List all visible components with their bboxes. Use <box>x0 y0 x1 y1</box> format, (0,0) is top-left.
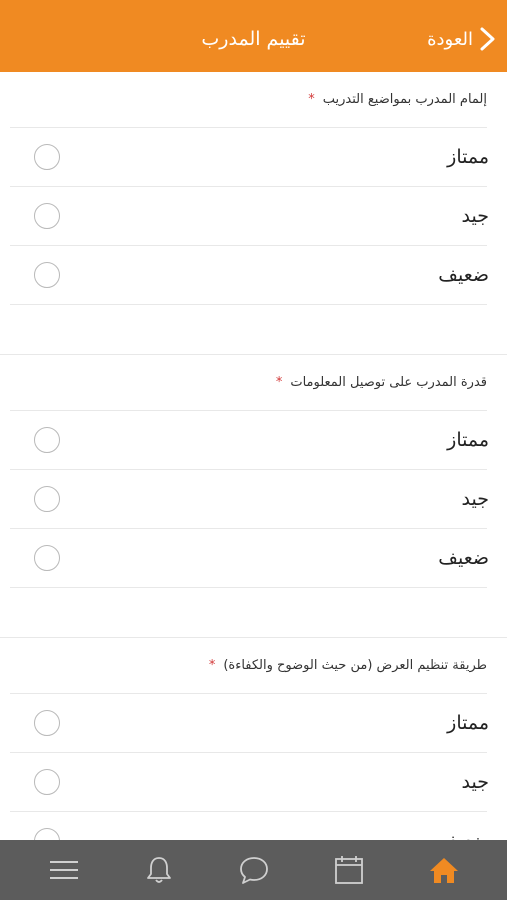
chevron-right-icon <box>480 27 495 51</box>
question-label: قدرة المدرب على توصيل المعلومات * <box>10 355 487 411</box>
tab-calendar[interactable] <box>329 850 369 890</box>
radio-option-weak[interactable]: ضعيف <box>10 812 489 840</box>
back-label: العودة <box>427 28 473 50</box>
bell-icon <box>146 857 171 883</box>
radio-option-excellent[interactable]: ممتاز <box>10 128 489 187</box>
back-button[interactable]: العودة <box>427 26 499 52</box>
radio-button[interactable] <box>34 545 60 571</box>
radio-option-excellent[interactable]: ممتاز <box>10 411 489 470</box>
required-mark: * <box>275 375 283 390</box>
chat-icon <box>239 857 268 884</box>
option-label: ممتاز <box>447 146 489 168</box>
top-header: تقييم المدرب العودة <box>0 0 507 72</box>
radio-option-good[interactable]: جيد <box>10 187 489 246</box>
question-1: إلمام المدرب بمواضيع التدريب * ممتاز جيد… <box>0 72 507 355</box>
menu-icon <box>49 861 78 879</box>
required-mark: * <box>308 92 315 107</box>
section-divider <box>0 588 507 638</box>
home-icon <box>429 858 458 883</box>
radio-option-weak[interactable]: ضعيف <box>10 529 489 588</box>
radio-button[interactable] <box>34 769 60 795</box>
questions-list: إلمام المدرب بمواضيع التدريب * ممتاز جيد… <box>0 72 507 840</box>
tab-home[interactable] <box>424 850 464 890</box>
option-label: ضعيف <box>438 264 489 286</box>
tab-chat[interactable] <box>234 850 274 890</box>
radio-button[interactable] <box>34 710 60 736</box>
radio-option-good[interactable]: جيد <box>10 753 489 812</box>
radio-button[interactable] <box>34 427 60 453</box>
trainer-evaluation-screen: تقييم المدرب العودة إلمام المدرب بمواضيع… <box>0 0 507 900</box>
radio-button[interactable] <box>34 144 60 170</box>
radio-button[interactable] <box>34 203 60 229</box>
radio-option-good[interactable]: جيد <box>10 470 489 529</box>
radio-button[interactable] <box>34 828 60 840</box>
option-label: جيد <box>461 205 489 227</box>
option-label: جيد <box>461 771 489 793</box>
option-label: ضعيف <box>438 830 489 840</box>
radio-button[interactable] <box>34 262 60 288</box>
calendar-icon <box>334 856 363 884</box>
radio-option-excellent[interactable]: ممتاز <box>10 694 489 753</box>
option-label: جيد <box>461 488 489 510</box>
radio-option-weak[interactable]: ضعيف <box>10 246 489 305</box>
question-text: قدرة المدرب على توصيل المعلومات <box>290 375 487 390</box>
option-label: ممتاز <box>447 429 489 451</box>
tab-menu[interactable] <box>44 850 84 890</box>
question-label: طريقة تنظيم العرض (من حيث الوضوح والكفاء… <box>10 638 487 694</box>
option-label: ضعيف <box>438 547 489 569</box>
option-label: ممتاز <box>447 712 489 734</box>
bottom-tab-bar <box>0 840 507 900</box>
question-text: إلمام المدرب بمواضيع التدريب <box>322 92 487 107</box>
question-text: طريقة تنظيم العرض (من حيث الوضوح والكفاء… <box>223 658 487 673</box>
tab-notifications[interactable] <box>139 850 179 890</box>
required-mark: * <box>208 658 216 673</box>
section-divider <box>0 305 507 355</box>
question-label: إلمام المدرب بمواضيع التدريب * <box>10 72 487 128</box>
radio-button[interactable] <box>34 486 60 512</box>
question-3: طريقة تنظيم العرض (من حيث الوضوح والكفاء… <box>0 638 507 840</box>
question-2: قدرة المدرب على توصيل المعلومات * ممتاز … <box>0 355 507 638</box>
